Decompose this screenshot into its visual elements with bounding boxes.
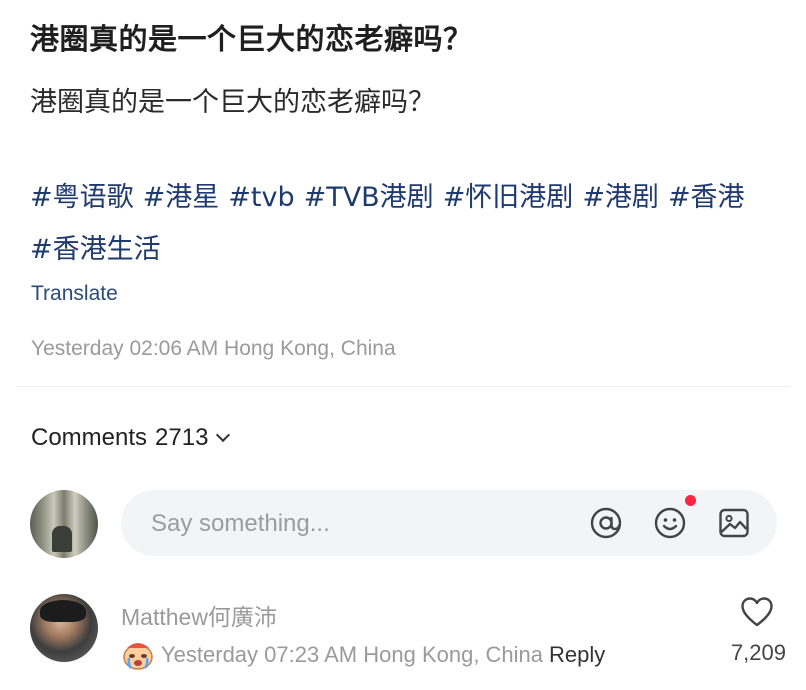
- comment-input-placeholder: Say something...: [151, 510, 330, 537]
- hashtag[interactable]: #香港生活: [30, 234, 161, 265]
- hashtag[interactable]: #香港: [668, 182, 745, 213]
- hashtag[interactable]: #粤语歌: [30, 182, 134, 213]
- current-user-avatar[interactable]: [30, 490, 98, 558]
- post-location: Hong Kong, China: [224, 337, 396, 360]
- at-icon[interactable]: [589, 506, 623, 540]
- comments-label: Comments: [31, 424, 148, 451]
- hashtag[interactable]: #tvb: [228, 182, 294, 213]
- post-body: 港圈真的是一个巨大的恋老癖吗？: [30, 87, 435, 118]
- reply-button[interactable]: Reply: [549, 642, 605, 668]
- like-count: 7,209: [730, 640, 786, 665]
- hashtag[interactable]: #港星: [143, 182, 220, 213]
- emoji-icon[interactable]: [653, 506, 687, 540]
- hashtag[interactable]: #怀旧港剧: [443, 182, 574, 213]
- comments-sort-toggle[interactable]: Comments 2713: [31, 424, 231, 452]
- translate-link[interactable]: Translate: [31, 282, 118, 306]
- hashtag-list: #粤语歌 #港星 #tvb #TVB港剧 #怀旧港剧 #港剧 #香港 #香港生活: [30, 172, 790, 276]
- hashtag[interactable]: #港剧: [582, 182, 659, 213]
- image-icon[interactable]: [717, 506, 751, 540]
- comment-author[interactable]: Matthew何廣沛: [121, 598, 277, 632]
- post-timestamp: Yesterday 02:06 AM: [31, 337, 219, 360]
- chevron-down-icon: [216, 427, 231, 443]
- comments-count: 2713: [155, 424, 209, 451]
- post-title: 港圈真的是一个巨大的恋老癖吗？: [30, 22, 473, 56]
- notification-dot: [685, 495, 696, 506]
- comment-input[interactable]: Say something...: [121, 490, 777, 556]
- commenter-avatar[interactable]: [30, 594, 98, 662]
- divider: [16, 386, 790, 387]
- hashtag[interactable]: #TVB港剧: [304, 182, 434, 213]
- comment-location: Hong Kong, China: [363, 642, 544, 667]
- heart-icon[interactable]: [740, 596, 774, 628]
- comment-timestamp: Yesterday 07:23 AM: [161, 642, 358, 667]
- post-meta: Yesterday 02:06 AM Hong Kong, China: [31, 337, 396, 361]
- crying-sticker-icon: [123, 643, 153, 670]
- comment-meta: Yesterday 07:23 AM Hong Kong, China Repl…: [121, 640, 605, 670]
